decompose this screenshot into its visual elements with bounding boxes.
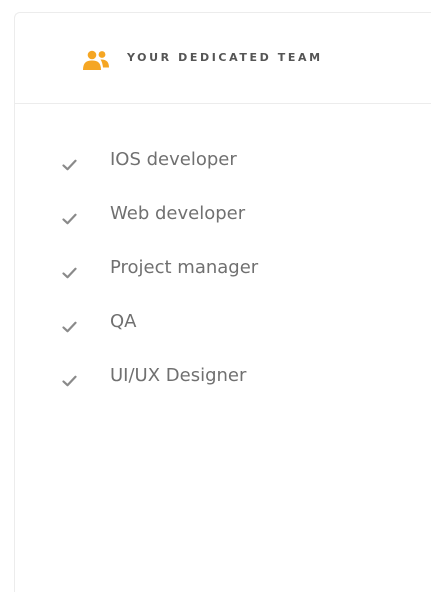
check-icon [62,210,77,225]
role-label: Project manager [110,257,259,278]
check-icon [62,264,77,279]
check-icon [62,156,77,171]
check-icon [62,372,77,387]
dedicated-team-card: YOUR DEDICATED TEAM IOS developer Web de… [14,12,431,592]
role-label: Web developer [110,203,246,224]
role-label: UI/UX Designer [110,365,247,386]
team-icon [81,49,111,71]
role-label: QA [110,311,137,332]
role-label: IOS developer [110,149,237,170]
check-icon [62,318,77,333]
card-header: YOUR DEDICATED TEAM [15,13,431,104]
panel-title: YOUR DEDICATED TEAM [127,51,323,64]
